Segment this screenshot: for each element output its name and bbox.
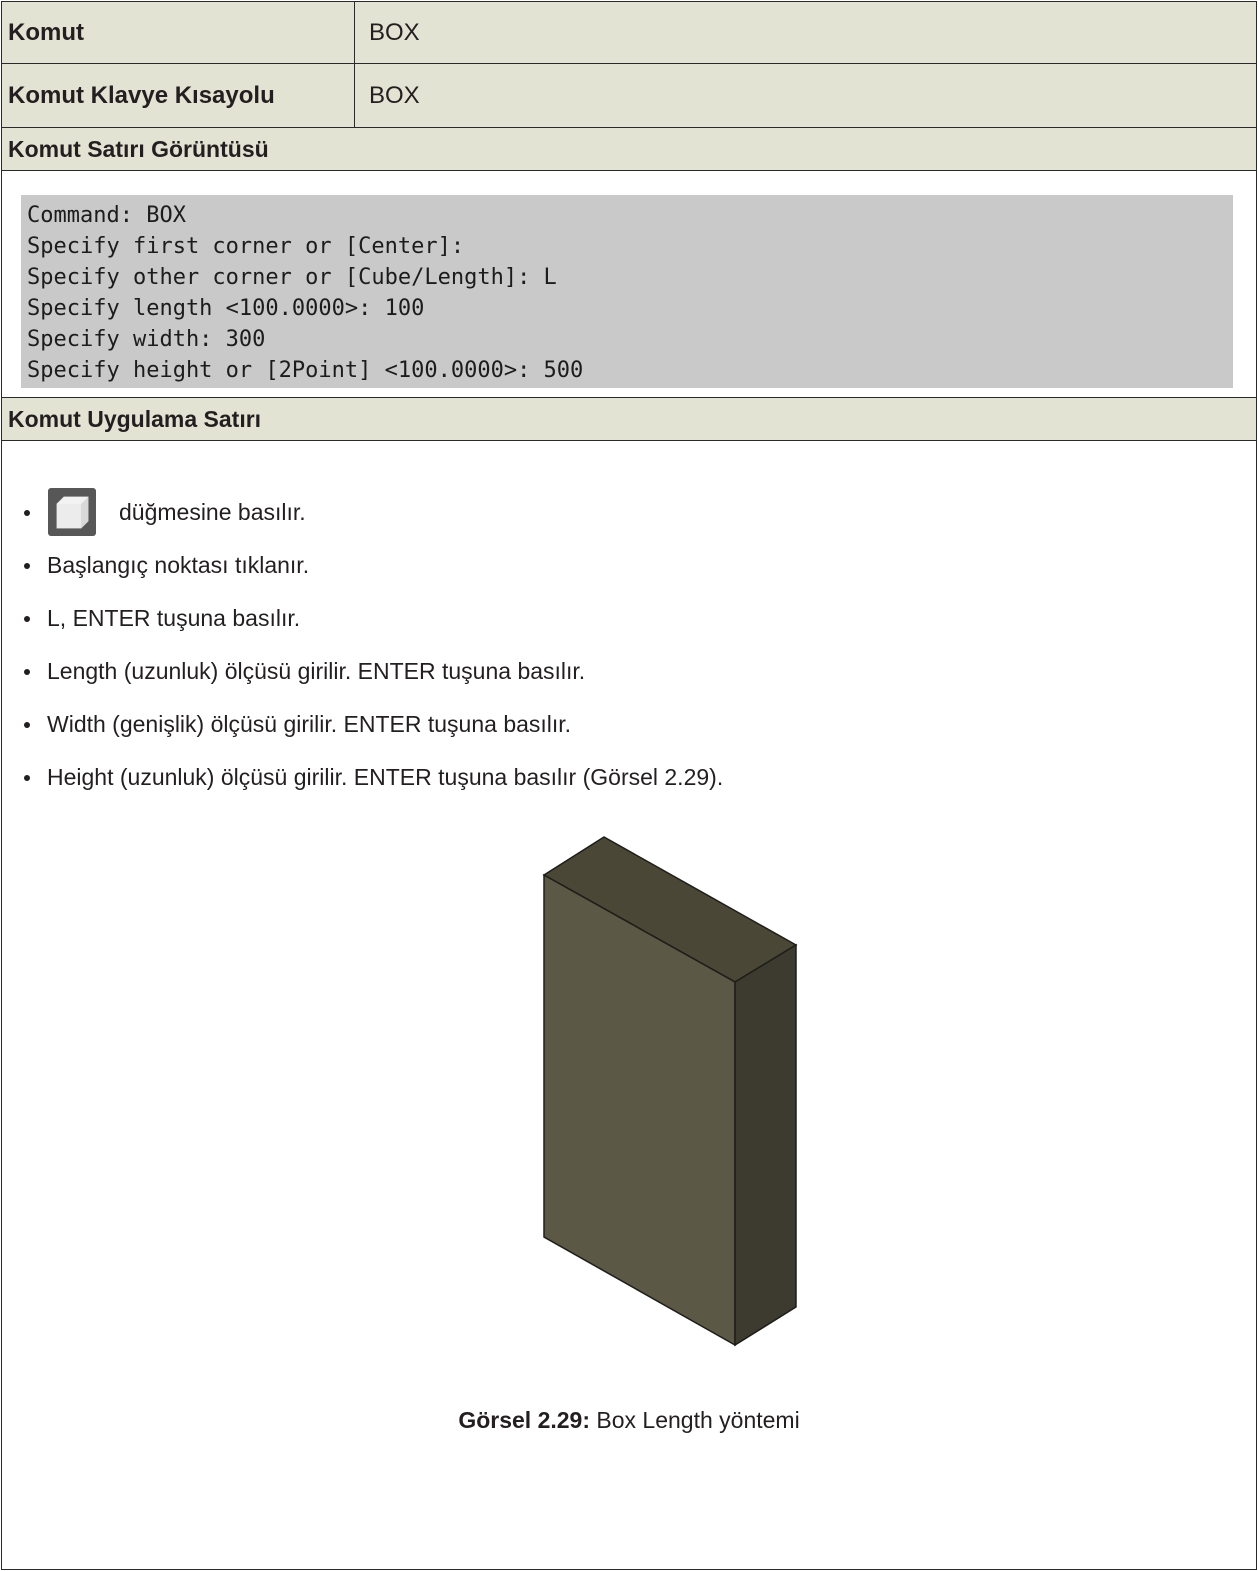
step-text: düğmesine basılır. xyxy=(119,499,306,525)
cmdline-heading: Komut Satırı Görüntüsü xyxy=(8,135,269,162)
box-tool-icon xyxy=(48,488,96,536)
command-row: Komut BOX xyxy=(2,2,1256,64)
command-line: Specify height or [2Point] <100.0000>: 5… xyxy=(27,358,584,383)
bullet xyxy=(24,775,30,781)
shortcut-row: Komut Klavye Kısayolu BOX xyxy=(2,64,1256,128)
list-item: Başlangıç noktası tıklanır. xyxy=(24,539,723,592)
command-line: Command: BOX xyxy=(27,203,186,228)
shortcut-label: Komut Klavye Kısayolu xyxy=(2,64,355,127)
bullet xyxy=(24,510,30,516)
box-side-face xyxy=(734,943,797,1347)
figure-caption: Görsel 2.29: Box Length yöntemi xyxy=(2,1407,1256,1434)
command-line: Specify width: 300 xyxy=(27,327,266,352)
step-text: Height (uzunluk) ölçüsü girilir. ENTER t… xyxy=(47,764,724,790)
command-label: Komut xyxy=(2,2,355,63)
list-item: Height (uzunluk) ölçüsü girilir. ENTER t… xyxy=(24,751,723,804)
apply-heading-row: Komut Uygulama Satırı xyxy=(2,397,1256,441)
step-text: Başlangıç noktası tıklanır. xyxy=(47,552,310,578)
list-item-bullet xyxy=(24,486,34,539)
command-line: Specify first corner or [Center]: xyxy=(27,234,465,259)
step-text: Width (genişlik) ölçüsü girilir. ENTER t… xyxy=(47,711,572,737)
command-value: BOX xyxy=(369,18,420,46)
caption-text: Box Length yöntemi xyxy=(590,1407,800,1433)
step-text: L, ENTER tuşuna basılır. xyxy=(47,605,301,631)
bullet xyxy=(24,722,30,728)
list-item: L, ENTER tuşuna basılır. xyxy=(24,592,723,645)
apply-heading: Komut Uygulama Satırı xyxy=(8,405,262,432)
caption-label: Görsel 2.29: xyxy=(458,1407,590,1433)
step-text: Length (uzunluk) ölçüsü girilir. ENTER t… xyxy=(47,658,586,684)
bullet xyxy=(24,669,30,675)
command-line: Specify other corner or [Cube/Length]: L xyxy=(27,265,557,290)
list-item: Length (uzunluk) ölçüsü girilir. ENTER t… xyxy=(24,645,723,698)
command-card: Komut BOX Komut Klavye Kısayolu BOX Komu… xyxy=(1,1,1257,1570)
shortcut-value: BOX xyxy=(369,81,420,109)
box-3d-figure xyxy=(542,836,798,1347)
cmdline-heading-row: Komut Satırı Görüntüsü xyxy=(2,128,1256,171)
list-item: Width (genişlik) ölçüsü girilir. ENTER t… xyxy=(24,698,723,751)
steps-list: Başlangıç noktası tıklanır. L, ENTER tuş… xyxy=(24,539,723,804)
command-line-display: Command: BOX Specify first corner or [Ce… xyxy=(21,195,1233,388)
bullet xyxy=(24,616,30,622)
command-line: Specify length <100.0000>: 100 xyxy=(27,296,425,321)
bullet xyxy=(24,563,30,569)
